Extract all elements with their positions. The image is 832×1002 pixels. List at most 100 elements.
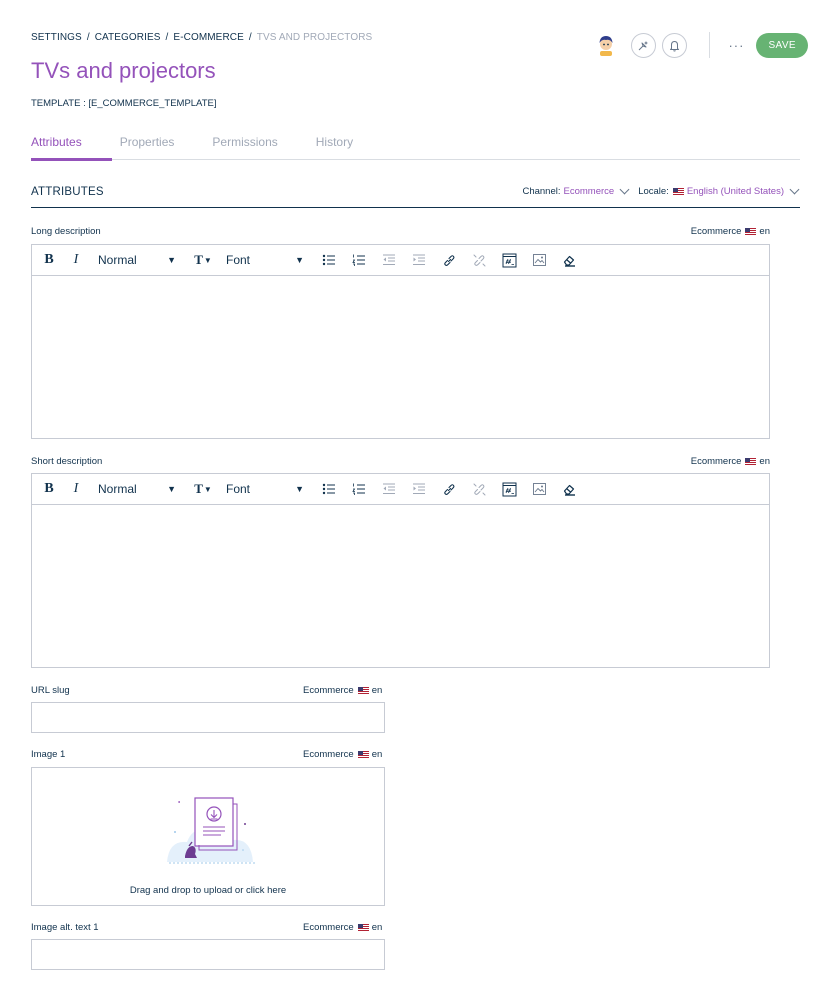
upload-illustration <box>167 797 255 864</box>
url-slug-input[interactable] <box>31 702 385 733</box>
image-1-scope: Ecommerce en <box>303 749 382 760</box>
us-flag-icon <box>745 228 757 235</box>
breadcrumb-current: TVS AND PROJECTORS <box>256 32 373 43</box>
scope-channel: Ecommerce <box>690 456 742 467</box>
image-alt-text-1-label: Image alt. text 1 <box>31 922 99 933</box>
us-flag-icon <box>357 924 369 931</box>
bell-icon[interactable] <box>662 32 688 58</box>
section-divider <box>31 207 800 208</box>
tab-attributes[interactable]: Attributes <box>31 131 112 161</box>
avatar-icon[interactable] <box>593 32 619 58</box>
tab-permissions[interactable]: Permissions <box>212 131 277 160</box>
numbered-list-icon[interactable] <box>348 250 370 270</box>
locale-selector[interactable]: English (United States) <box>687 186 784 197</box>
unlink-icon[interactable] <box>468 250 490 270</box>
breadcrumb-item-settings[interactable]: SETTINGS <box>31 32 82 43</box>
dropdown-arrow-icon: ▼ <box>203 255 212 265</box>
us-flag-icon <box>672 187 684 195</box>
outdent-icon[interactable] <box>378 250 400 270</box>
image-alt-text-1-input[interactable] <box>31 939 385 970</box>
long-description-content[interactable] <box>32 276 769 438</box>
save-button[interactable]: SAVE <box>756 32 808 58</box>
paragraph-style-select[interactable]: Normal ▼ <box>98 250 176 270</box>
channel-label: Channel: <box>522 186 561 197</box>
header-actions: ··· SAVE <box>593 32 808 58</box>
bullet-list-icon[interactable] <box>318 250 340 270</box>
editor-toolbar: B I Normal ▼ T ▼ Font ▼ <box>32 474 769 505</box>
bold-button[interactable]: B <box>40 479 58 499</box>
scope-locale: en <box>759 226 770 237</box>
bold-button[interactable]: B <box>40 250 58 270</box>
image-icon[interactable] <box>528 250 550 270</box>
breadcrumb-separator: / <box>248 32 252 43</box>
font-value: Font <box>226 482 251 496</box>
short-description-content[interactable] <box>32 505 769 667</box>
more-actions-button[interactable]: ··· <box>728 39 744 52</box>
short-description-scope: Ecommerce en <box>691 456 770 467</box>
scope-channel: Ecommerce <box>303 922 354 933</box>
long-description-label: Long description <box>31 226 101 237</box>
paragraph-style-value: Normal <box>98 482 137 496</box>
breadcrumb-item-categories[interactable]: CATEGORIES <box>95 32 161 43</box>
scope-locale: en <box>371 922 383 933</box>
image-1-dropzone[interactable]: Drag and drop to upload or click here <box>31 767 385 906</box>
font-select[interactable]: Font ▼ <box>226 250 304 270</box>
image-icon[interactable] <box>528 479 550 499</box>
dropdown-arrow-icon: ▼ <box>203 484 212 494</box>
long-description-editor: B I Normal ▼ T ▼ Font ▼ <box>31 244 770 439</box>
paragraph-style-select[interactable]: Normal ▼ <box>98 479 176 499</box>
scope-locale: en <box>371 749 383 760</box>
section-filters: Channel: Ecommerce Locale: English (Unit… <box>522 184 800 197</box>
template-info: TEMPLATE : [E_COMMERCE_TEMPLATE] <box>31 98 216 109</box>
scope-channel: Ecommerce <box>690 226 742 237</box>
short-description-label: Short description <box>31 456 103 467</box>
tab-bar: Attributes Properties Permissions Histor… <box>31 131 800 161</box>
chevron-down-icon[interactable] <box>789 184 800 195</box>
scope-locale: en <box>759 456 770 467</box>
eraser-icon[interactable] <box>558 250 580 270</box>
embed-icon[interactable] <box>498 479 520 499</box>
activity-icon[interactable] <box>631 32 657 58</box>
us-flag-icon <box>357 751 369 758</box>
template-value: [E_COMMERCE_TEMPLATE] <box>88 98 217 109</box>
dropdown-arrow-icon: ▼ <box>167 484 176 494</box>
locale-flag-wrap[interactable]: English (United States) <box>672 186 784 197</box>
dropdown-arrow-icon: ▼ <box>295 255 304 265</box>
section-title: ATTRIBUTES <box>31 186 104 198</box>
text-size-icon: T <box>194 481 203 496</box>
eraser-icon[interactable] <box>558 479 580 499</box>
chevron-down-icon[interactable] <box>619 184 630 195</box>
indent-icon[interactable] <box>408 479 430 499</box>
header-divider <box>709 32 711 58</box>
page-title: TVs and projectors <box>31 58 216 83</box>
font-select[interactable]: Font ▼ <box>226 479 304 499</box>
breadcrumb-separator: / <box>86 32 90 43</box>
embed-icon[interactable] <box>498 250 520 270</box>
italic-button[interactable]: I <box>62 250 90 270</box>
font-value: Font <box>226 253 251 267</box>
unlink-icon[interactable] <box>468 479 490 499</box>
numbered-list-icon[interactable] <box>348 479 370 499</box>
us-flag-icon <box>357 687 369 694</box>
scope-locale: en <box>371 685 383 696</box>
scope-channel: Ecommerce <box>303 749 354 760</box>
template-label: TEMPLATE : <box>31 98 86 109</box>
link-icon[interactable] <box>438 479 460 499</box>
italic-button[interactable]: I <box>62 479 90 499</box>
text-size-icon: T <box>194 252 203 267</box>
tab-properties[interactable]: Properties <box>120 131 175 160</box>
indent-icon[interactable] <box>408 250 430 270</box>
url-slug-label: URL slug <box>31 685 70 696</box>
breadcrumb-item-ecommerce[interactable]: E-COMMERCE <box>173 32 243 43</box>
bullet-list-icon[interactable] <box>318 479 340 499</box>
channel-selector[interactable]: Ecommerce <box>564 186 615 197</box>
breadcrumb-separator: / <box>165 32 169 43</box>
long-description-scope: Ecommerce en <box>691 226 770 237</box>
breadcrumb: SETTINGS / CATEGORIES / E-COMMERCE / TVS AND P… <box>31 32 372 43</box>
text-size-button[interactable]: T ▼ <box>188 479 218 499</box>
text-size-button[interactable]: T ▼ <box>188 250 218 270</box>
link-icon[interactable] <box>438 250 460 270</box>
locale-label: Locale: <box>638 186 669 197</box>
tab-history[interactable]: History <box>316 131 353 160</box>
outdent-icon[interactable] <box>378 479 400 499</box>
